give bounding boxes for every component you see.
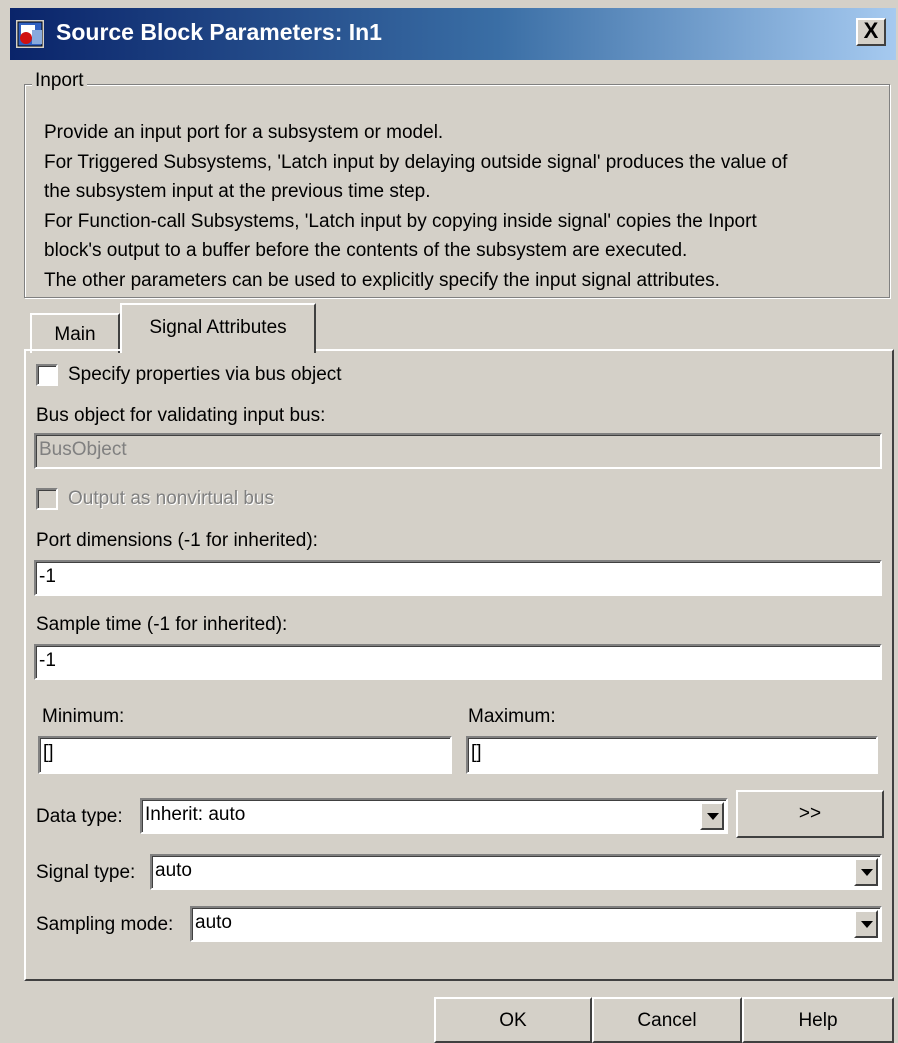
signal-type-select[interactable]: auto <box>150 854 882 890</box>
block-description: Provide an input port for a subsystem or… <box>44 118 884 295</box>
simulink-block-icon <box>16 20 44 48</box>
sampling-mode-value: auto <box>195 912 232 933</box>
bus-object-field[interactable]: BusObject <box>34 433 882 469</box>
minimum-label: Minimum: <box>42 706 125 727</box>
data-type-assistant-button[interactable]: >> <box>736 790 884 838</box>
data-type-value: Inherit: auto <box>145 804 246 825</box>
description-line: For Function-call Subsystems, 'Latch inp… <box>44 210 757 232</box>
maximum-field[interactable]: [] <box>466 736 878 774</box>
nonvirtual-bus-checkbox[interactable] <box>36 488 58 510</box>
sample-time-label: Sample time (-1 for inherited): <box>36 614 288 635</box>
sampling-mode-select[interactable]: auto <box>190 906 882 942</box>
ok-button[interactable]: OK <box>434 997 592 1043</box>
port-dimensions-field[interactable]: -1 <box>34 560 882 596</box>
close-icon: X <box>863 18 879 43</box>
group-label: Inport <box>32 70 87 92</box>
close-button[interactable]: X <box>856 18 886 46</box>
port-dimensions-label: Port dimensions (-1 for inherited): <box>36 530 318 551</box>
description-line: the subsystem input at the previous time… <box>44 181 431 202</box>
chevron-down-icon[interactable] <box>854 910 878 938</box>
help-button[interactable]: Help <box>742 997 894 1043</box>
sample-time-field[interactable]: -1 <box>34 644 882 680</box>
maximum-label: Maximum: <box>468 706 556 727</box>
description-line: For Triggered Subsystems, 'Latch input b… <box>44 151 788 173</box>
chevron-down-icon[interactable] <box>854 858 878 886</box>
description-line: block's output to a buffer before the co… <box>44 240 688 261</box>
minimum-field[interactable]: [] <box>38 736 452 774</box>
sampling-mode-label: Sampling mode: <box>36 914 174 935</box>
signal-type-label: Signal type: <box>36 862 136 883</box>
description-line: The other parameters can be used to expl… <box>44 269 720 291</box>
chevron-down-icon[interactable] <box>700 802 724 830</box>
description-line: Provide an input port for a subsystem or… <box>44 122 444 143</box>
tab-signal-attributes[interactable]: Signal Attributes <box>120 303 316 353</box>
signal-type-value: auto <box>155 860 192 881</box>
tab-main[interactable]: Main <box>30 313 120 353</box>
nonvirtual-bus-label: Output as nonvirtual bus <box>68 488 274 509</box>
data-type-select[interactable]: Inherit: auto <box>140 798 728 834</box>
data-type-label: Data type: <box>36 806 123 827</box>
specify-bus-checkbox[interactable] <box>36 364 58 386</box>
title-bar[interactable]: Source Block Parameters: In1 X <box>10 8 896 60</box>
cancel-button[interactable]: Cancel <box>592 997 742 1043</box>
window-title: Source Block Parameters: In1 <box>56 19 382 45</box>
dialog-window: Source Block Parameters: In1 X Inport Pr… <box>0 0 898 1043</box>
specify-bus-label: Specify properties via bus object <box>68 364 342 385</box>
bus-object-label: Bus object for validating input bus: <box>36 405 326 426</box>
